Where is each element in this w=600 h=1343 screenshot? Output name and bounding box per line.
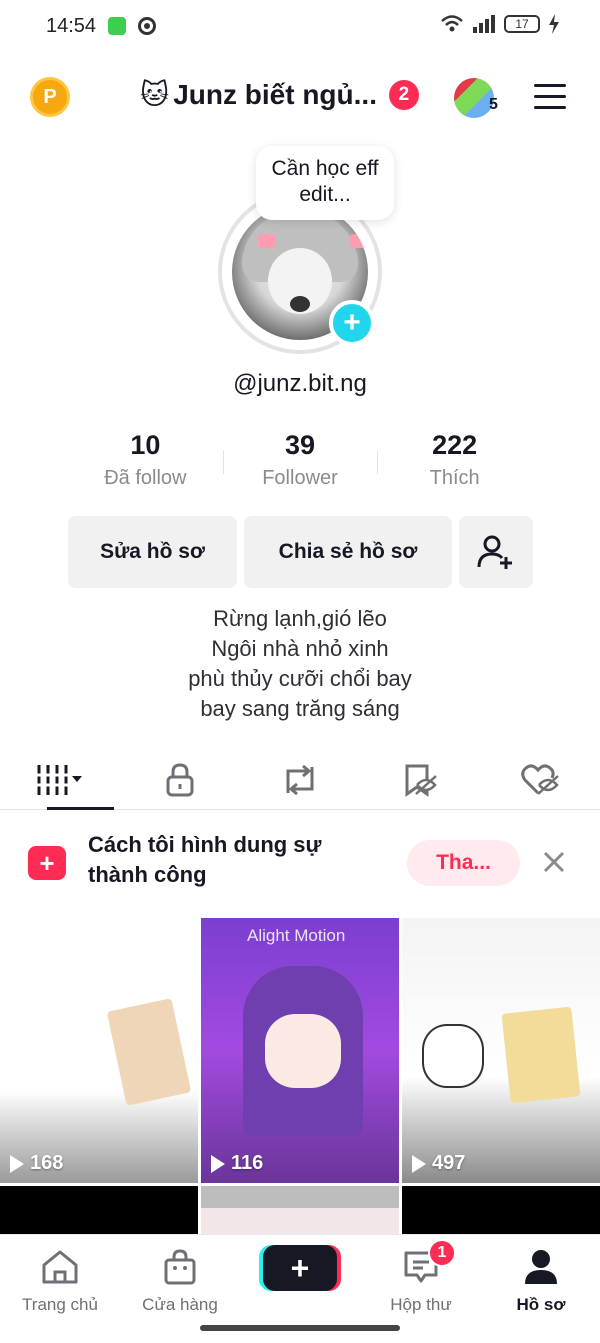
- thumbnail-art: [501, 1006, 581, 1104]
- home-indicator[interactable]: [200, 1325, 400, 1331]
- shopping-bag-icon: [164, 1249, 196, 1285]
- view-count: 116: [211, 1152, 263, 1175]
- tab-saved[interactable]: [360, 750, 480, 809]
- view-count: 168: [10, 1152, 63, 1175]
- close-icon[interactable]: [540, 848, 568, 876]
- messages-app-icon: [108, 17, 126, 35]
- add-person-icon: [477, 535, 512, 569]
- status-indicators: 17: [440, 14, 560, 34]
- add-story-plus-icon[interactable]: +: [329, 300, 375, 346]
- stat-likes[interactable]: 222 Thích: [377, 430, 532, 500]
- chrome-app-icon: [138, 17, 156, 35]
- thumbnail-art: [106, 998, 192, 1106]
- promo-join-button[interactable]: Tha...: [407, 840, 520, 886]
- profile-icon: [525, 1250, 557, 1284]
- video-thumbnail[interactable]: Alight Motion 116: [201, 918, 399, 1183]
- stat-label: Thích: [429, 467, 480, 489]
- bio-line: bay sang trăng sáng: [200, 696, 400, 721]
- video-thumbnail[interactable]: [402, 1186, 600, 1236]
- nav-home[interactable]: Trang chủ: [5, 1245, 115, 1315]
- stat-following[interactable]: 10 Đã follow: [68, 430, 223, 500]
- profile-stats: 10 Đã follow 39 Follower 222 Thích: [68, 430, 532, 500]
- edit-profile-button[interactable]: Sửa hồ sơ: [68, 516, 237, 588]
- nav-label: Hồ sơ: [516, 1295, 566, 1314]
- tab-reposts[interactable]: [240, 750, 360, 809]
- view-count-value: 116: [231, 1152, 264, 1174]
- thumbnail-art: [265, 1014, 341, 1088]
- profile-note[interactable]: Cần học eff edit...: [256, 146, 394, 220]
- nav-label: Trang chủ: [22, 1295, 98, 1314]
- videos-grid-icon: [37, 764, 82, 795]
- video-thumbnail[interactable]: 168: [0, 918, 198, 1183]
- nav-inbox[interactable]: 1 Hộp thư: [366, 1239, 476, 1315]
- notification-badge: 2: [388, 79, 419, 110]
- promo-text: Cách tôi hình dung sự thành công: [88, 832, 322, 887]
- share-profile-button[interactable]: Chia sẻ hồ sơ: [244, 516, 452, 588]
- add-friend-button[interactable]: [459, 516, 533, 588]
- account-name: Junz biết ngủ...: [173, 78, 377, 110]
- account-count: 5: [489, 96, 498, 113]
- repost-icon: [286, 764, 314, 795]
- battery-indicator: 17: [504, 15, 540, 33]
- profile-bio: Rừng lạnh,gió lẽo Ngôi nhà nhỏ xinh phù …: [0, 604, 600, 724]
- play-icon: [412, 1154, 426, 1173]
- profile-actions: Sửa hồ sơ Chia sẻ hồ sơ: [68, 516, 533, 588]
- coin-icon[interactable]: P: [30, 77, 70, 117]
- tab-private[interactable]: [120, 750, 240, 809]
- cat-emoji-icon: 🐱: [140, 79, 170, 110]
- stat-value: 10: [130, 430, 161, 460]
- play-icon: [211, 1154, 225, 1173]
- bio-line: Ngôi nhà nhỏ xinh: [211, 636, 389, 661]
- nav-label: Hộp thư: [390, 1295, 452, 1314]
- account-switch-avatar[interactable]: [454, 78, 494, 118]
- tab-liked[interactable]: [480, 750, 600, 809]
- wifi-icon: [441, 15, 463, 32]
- nav-label: Cửa hàng: [142, 1295, 218, 1314]
- nav-profile[interactable]: Hồ sơ: [486, 1245, 596, 1315]
- home-icon: [42, 1250, 78, 1284]
- stat-followers[interactable]: 39 Follower: [222, 430, 378, 500]
- liked-hidden-icon: [521, 763, 559, 795]
- video-thumbnail[interactable]: 497: [402, 918, 600, 1183]
- view-count-value: 168: [30, 1152, 64, 1174]
- account-title[interactable]: 🐱 Junz biết ngủ... 2: [140, 78, 419, 111]
- promo-banner[interactable]: + Cách tôi hình dung sự thành công Tha..…: [0, 812, 600, 916]
- video-thumbnail[interactable]: [201, 1186, 399, 1236]
- charging-icon: [549, 14, 559, 34]
- thumbnail-art: [422, 1024, 484, 1088]
- saved-hidden-icon: [405, 764, 437, 797]
- status-bar: 14:54 17: [0, 0, 600, 54]
- video-thumbnail[interactable]: [0, 1186, 198, 1236]
- status-time: 14:54: [46, 15, 97, 37]
- hamburger-menu-icon[interactable]: [534, 84, 566, 110]
- create-button[interactable]: +: [263, 1245, 337, 1291]
- stat-label: Đã follow: [104, 467, 187, 489]
- nav-shop[interactable]: Cửa hàng: [125, 1245, 235, 1315]
- video-watermark: Alight Motion: [247, 926, 346, 945]
- username: @junz.bit.ng: [233, 370, 367, 397]
- promo-plus-icon: +: [28, 846, 66, 880]
- play-icon: [10, 1154, 24, 1173]
- view-count-value: 497: [432, 1152, 466, 1174]
- profile-header: P 🐱 Junz biết ngủ... 2 5: [0, 66, 600, 130]
- stat-value: 222: [432, 430, 478, 460]
- signal-icon: [473, 15, 495, 33]
- stat-value: 39: [284, 430, 316, 460]
- stat-label: Follower: [262, 467, 338, 489]
- bio-line: Rừng lạnh,gió lẽo: [213, 606, 387, 631]
- tab-videos[interactable]: [0, 750, 120, 810]
- view-count: 497: [412, 1152, 465, 1175]
- lock-icon: [166, 762, 194, 796]
- inbox-badge: 1: [428, 1239, 456, 1267]
- bio-line: phù thủy cưỡi chổi bay: [188, 666, 412, 691]
- profile-tabs: [0, 750, 600, 810]
